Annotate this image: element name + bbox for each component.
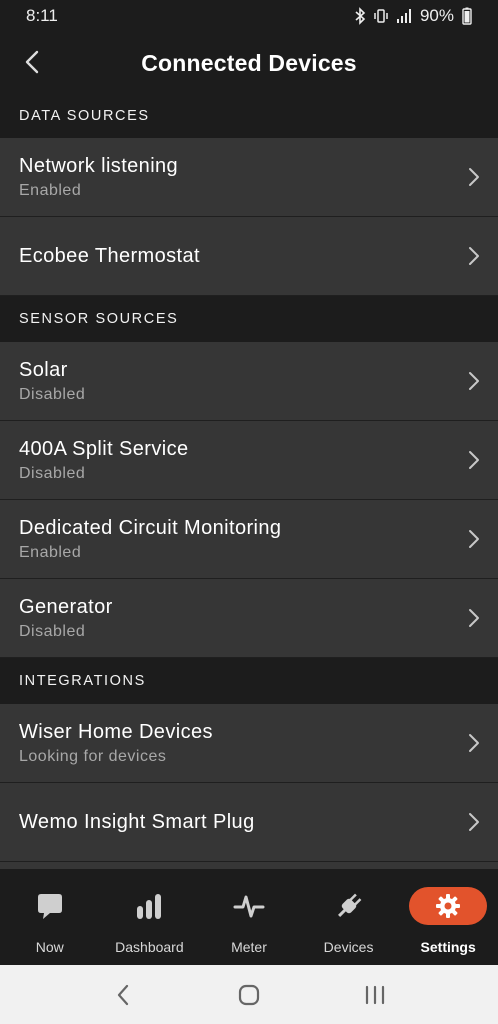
list-item-title: Wemo Insight Smart Plug [19, 810, 255, 833]
bar-chart-icon [137, 894, 162, 919]
tab-settings[interactable]: Settings [398, 869, 498, 965]
list-item-status: Disabled [19, 622, 86, 640]
chevron-right-icon [469, 734, 479, 752]
chevron-right-icon [469, 168, 479, 186]
plug-icon [337, 893, 361, 917]
list-item-400a-split-service[interactable]: 400A Split Service Disabled [0, 421, 498, 500]
page-title: Connected Devices [141, 49, 357, 76]
home-square-icon [238, 984, 260, 1005]
list-item-wiser-home-devices[interactable]: Wiser Home Devices Looking for devices [0, 704, 498, 783]
list-item-title: Network listening [19, 154, 179, 177]
chevron-right-icon [469, 813, 479, 831]
chevron-right-icon [469, 609, 479, 627]
status-time: 8:11 [26, 6, 58, 25]
tab-label: Now [35, 939, 64, 955]
tab-label: Devices [323, 939, 374, 955]
vibrate-icon [374, 9, 388, 23]
nav-home-button[interactable] [219, 975, 279, 1015]
list-item-status: Disabled [19, 385, 86, 403]
chat-bubble-icon [37, 894, 62, 919]
chevron-left-icon [25, 50, 39, 74]
pulse-icon [233, 895, 265, 918]
list-item-status: Looking for devices [19, 747, 167, 765]
list-item-title: Generator [19, 595, 113, 618]
list-item-title: Ecobee Thermostat [19, 244, 200, 267]
chevron-right-icon [469, 372, 479, 390]
list-item-title: 400A Split Service [19, 437, 189, 460]
battery-percent: 90% [419, 6, 454, 25]
recents-icon [365, 985, 385, 1004]
list-item-title: Solar [19, 358, 68, 381]
settings-list: DATA SOURCES Network listening Enabled E… [0, 94, 498, 869]
tab-now[interactable]: Now [0, 869, 100, 965]
tab-label: Settings [420, 939, 476, 955]
section-header-sensor-sources: SENSOR SOURCES [0, 296, 498, 342]
tab-label: Dashboard [115, 939, 184, 955]
tab-meter[interactable]: Meter [199, 869, 299, 965]
chevron-right-icon [469, 530, 479, 548]
list-item-status: Enabled [19, 181, 82, 199]
list-item-generator[interactable]: Generator Disabled [0, 579, 498, 658]
list-item-network-listening[interactable]: Network listening Enabled [0, 138, 498, 217]
signal-icon [396, 9, 411, 23]
chevron-right-icon [469, 247, 479, 265]
section-header-integrations: INTEGRATIONS [0, 658, 498, 704]
nav-recents-button[interactable] [345, 975, 405, 1015]
battery-icon [462, 7, 472, 25]
tab-dashboard[interactable]: Dashboard [100, 869, 200, 965]
list-item-wemo-insight-smart-plug[interactable]: Wemo Insight Smart Plug [0, 783, 498, 862]
nav-back-button[interactable] [93, 975, 153, 1015]
tab-devices[interactable]: Devices [299, 869, 399, 965]
section-header-data-sources: DATA SOURCES [0, 94, 498, 138]
list-item-status: Disabled [19, 464, 86, 482]
system-nav-bar [0, 965, 498, 1024]
list-item-title: Wiser Home Devices [19, 720, 213, 743]
status-bar: 8:11 90% [0, 0, 498, 32]
list-item-title: Dedicated Circuit Monitoring [19, 516, 282, 539]
bottom-tab-bar: Now Dashboard Meter Devices Settings [0, 869, 498, 965]
chevron-left-icon [117, 984, 129, 1005]
list-item-ecobee-thermostat[interactable]: Ecobee Thermostat [0, 217, 498, 296]
list-item-solar[interactable]: Solar Disabled [0, 342, 498, 421]
list-item-partial[interactable] [0, 862, 498, 869]
bluetooth-icon [355, 7, 366, 25]
chevron-right-icon [469, 451, 479, 469]
list-item-dedicated-circuit-monitoring[interactable]: Dedicated Circuit Monitoring Enabled [0, 500, 498, 579]
back-button[interactable] [14, 44, 50, 80]
list-item-status: Enabled [19, 543, 82, 561]
gear-icon [436, 894, 461, 918]
status-icons: 90% [354, 6, 472, 26]
app-header: Connected Devices [0, 32, 498, 94]
tab-label: Meter [231, 939, 267, 955]
